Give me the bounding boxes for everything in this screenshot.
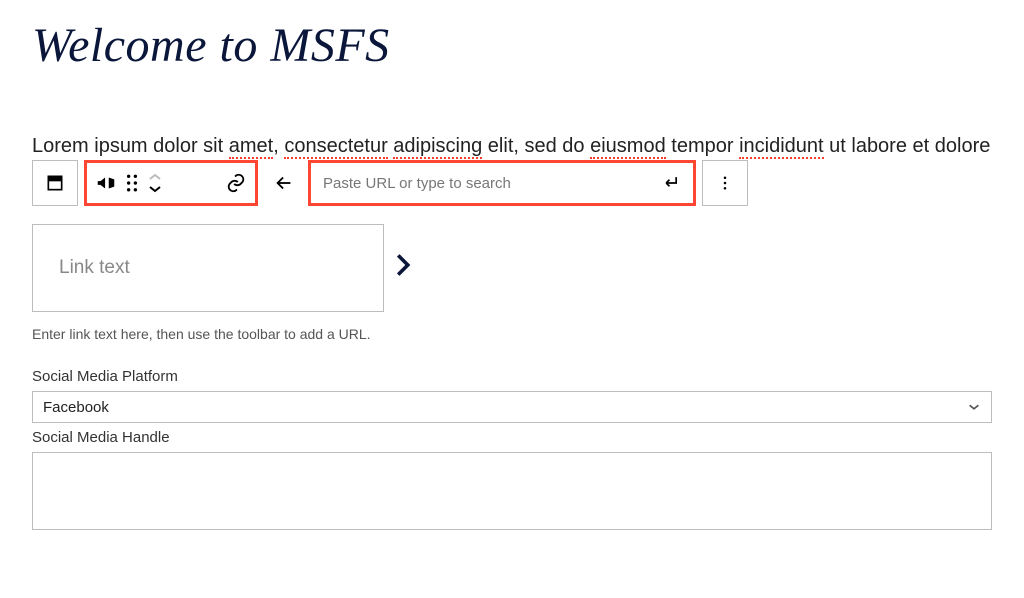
url-popover [264,160,696,206]
misspelled-word: adipiscing [393,135,482,159]
block-type-button[interactable] [32,160,78,206]
more-options-button[interactable] [702,160,748,206]
handle-label: Social Media Handle [32,429,992,446]
text: tempor [666,135,739,157]
misspelled-word: amet [229,135,273,159]
link-helper-text: Enter link text here, then use the toolb… [32,326,992,342]
url-input[interactable] [321,174,661,193]
submit-url-button[interactable] [661,172,683,194]
chevron-down-icon [967,400,981,414]
page-title: Welcome to MSFS [32,18,992,73]
url-input-container [308,160,696,206]
text: ut labore et dolore [824,135,991,157]
block-toolbar [32,160,992,206]
layout-icon [45,173,65,193]
platform-select[interactable]: Facebook [32,391,992,423]
platform-selected-value: Facebook [43,399,109,416]
text: Lorem ipsum dolor sit [32,135,229,157]
platform-label: Social Media Platform [32,368,992,385]
arrow-left-icon [273,172,295,194]
link-text-block[interactable]: Link text [32,224,384,312]
handle-textarea[interactable] [32,452,992,530]
link-text-placeholder: Link text [59,257,130,279]
more-vertical-icon [716,174,734,192]
intro-paragraph: Lorem ipsum dolor sit amet, consectetur … [32,133,992,160]
text: , [273,135,284,157]
misspelled-word: eiusmod [590,135,666,159]
megaphone-icon [95,172,117,194]
enter-icon [662,173,682,193]
chevron-down-icon[interactable] [147,183,163,195]
misspelled-word: incididunt [739,135,824,159]
chevron-right-icon [394,253,412,284]
back-button[interactable] [264,160,304,206]
text: elit, sed do [482,135,590,157]
link-icon[interactable] [225,172,247,194]
link-block-row: Link text [32,224,992,312]
drag-group [84,160,258,206]
misspelled-word: consectetur [284,135,387,159]
drag-handle-icon[interactable] [125,174,139,192]
chevron-up-icon[interactable] [147,171,163,183]
